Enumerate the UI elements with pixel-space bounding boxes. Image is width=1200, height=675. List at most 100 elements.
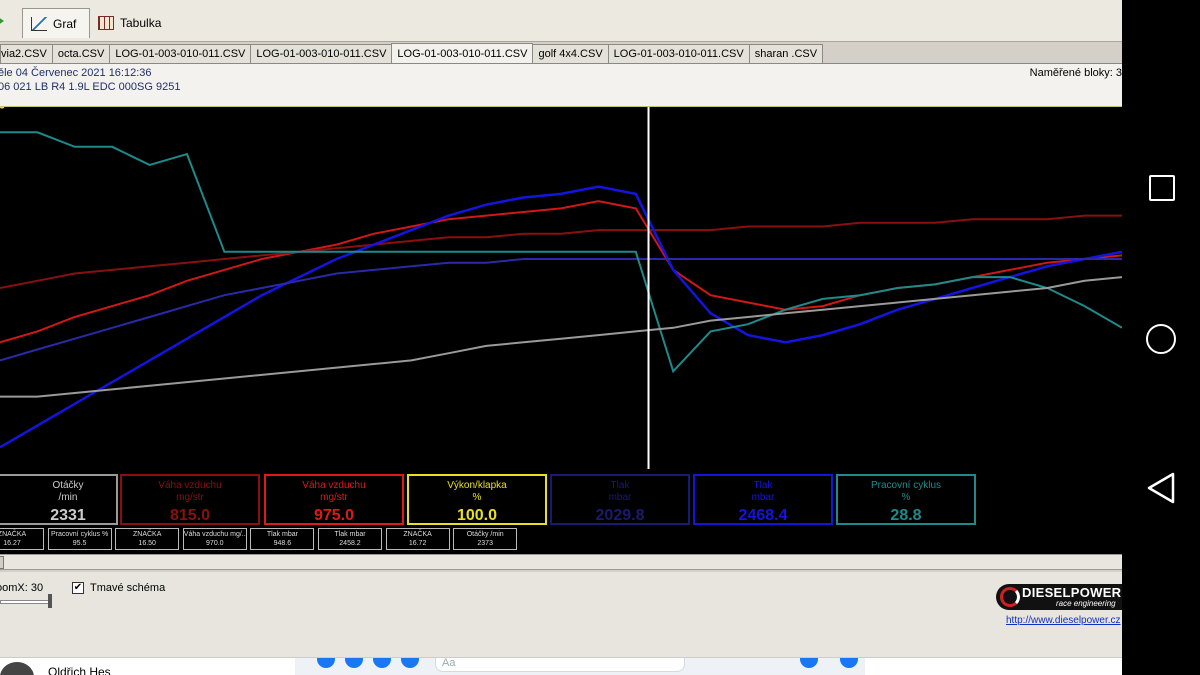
- marker-box[interactable]: ZNAČKA 16.50: [115, 528, 180, 550]
- marker-box[interactable]: ZNAČKA 16.72: [385, 528, 450, 550]
- image-icon[interactable]: [345, 658, 363, 668]
- tab-file[interactable]: LOG-01-003-010-011.CSV: [607, 44, 750, 63]
- tabulka-label: Tabulka: [120, 16, 162, 30]
- gauge-unit: mbar: [608, 492, 632, 503]
- toolbar: Graf Tabulka: [0, 0, 1122, 42]
- app-window: Graf Tabulka via2.CSV octa.CSV LOG-01-00…: [0, 0, 1122, 675]
- plus-icon[interactable]: [317, 658, 335, 668]
- graf-button[interactable]: Graf: [22, 8, 90, 38]
- gauge-panel: Otáčky/min 2331 Váha vzduchu mg/str 815.0 Váh…: [0, 470, 1122, 554]
- marker-value: 16.72: [408, 540, 427, 547]
- gauge-value: 100.0: [456, 507, 498, 524]
- gauge-box[interactable]: Otáčky/min 2331: [0, 474, 118, 525]
- engine-code: 06 021 LB R4 1.9L EDC 000SG 9251: [0, 81, 181, 93]
- dark-scheme-label: Tmavé schéma: [90, 582, 166, 594]
- marker-label: Tlak mbar: [334, 531, 366, 538]
- gauge-unit: %: [901, 492, 911, 503]
- marker-box[interactable]: ZNAČKA 16.27: [0, 528, 44, 550]
- gauge-unit: mg/str: [320, 492, 348, 503]
- gauge-box[interactable]: Váha vzduchu mg/str 815.0: [120, 474, 260, 525]
- marker-label: Váha vzduchu mg/...: [183, 531, 247, 538]
- gauge-box[interactable]: Výkon/klapka% 100.0: [407, 474, 547, 525]
- arrow-icon[interactable]: [0, 14, 4, 28]
- gauge-title: Výkon/klapka: [447, 480, 507, 491]
- horizontal-scrollbar[interactable]: [0, 554, 1122, 570]
- gauge-unit: %: [472, 492, 482, 503]
- marker-label: Pracovní cyklus %: [51, 531, 109, 538]
- home-icon[interactable]: [1146, 324, 1176, 354]
- message-bar: Aa: [295, 658, 865, 675]
- marker-value: 948.6: [273, 540, 292, 547]
- gauge-title: Tlak: [610, 480, 630, 491]
- tab-file[interactable]: via2.CSV: [0, 44, 53, 63]
- tab-file[interactable]: sharan .CSV: [748, 44, 824, 63]
- tab-file-active[interactable]: LOG-01-003-010-011.CSV: [391, 43, 534, 63]
- recent-apps-icon[interactable]: [1149, 175, 1175, 201]
- marker-box[interactable]: Váha vzduchu mg/... 970.0: [182, 528, 247, 550]
- marker-box[interactable]: Otáčky /min 2373: [453, 528, 518, 550]
- marker-value: 16.27: [3, 540, 21, 547]
- marker-value: 970.0: [206, 540, 224, 547]
- gauge-value: 28.8: [890, 507, 922, 524]
- marker-label: ZNAČKA: [0, 531, 27, 538]
- chart-svg[interactable]: [0, 107, 1122, 469]
- series-line-5: [0, 276, 1122, 398]
- log-date: ěle 04 Červenec 2021 16:12:36: [0, 67, 152, 79]
- message-input[interactable]: Aa: [435, 658, 685, 672]
- series-line-0: [0, 200, 1122, 344]
- measured-blocks: Naměřené bloky: 3: [1029, 67, 1122, 79]
- tab-file[interactable]: LOG-01-003-010-011.CSV: [250, 44, 393, 63]
- tab-file[interactable]: LOG-01-003-010-011.CSV: [109, 44, 252, 63]
- marker-box[interactable]: Tlak mbar 948.6: [250, 528, 315, 550]
- gauge-title: Váha vzduchu: [158, 480, 222, 491]
- like-icon[interactable]: [840, 658, 858, 668]
- sticker-icon[interactable]: [373, 658, 391, 668]
- marker-label: Otáčky /min: [466, 531, 504, 538]
- website-link[interactable]: http://www.dieselpower.cz: [1006, 615, 1121, 626]
- marker-value: 2458.2: [339, 540, 361, 547]
- tabulka-button[interactable]: Tabulka: [90, 8, 170, 38]
- marker-box[interactable]: Tlak mbar 2458.2: [318, 528, 382, 550]
- marker-label: Tlak mbar: [266, 531, 298, 538]
- series-line-2: [0, 185, 1122, 449]
- back-icon[interactable]: [1147, 472, 1177, 504]
- zoom-label: oomX: 30: [0, 582, 44, 594]
- messenger-strip: Oldřich Hes Aa: [0, 657, 1122, 675]
- logo-swirl-icon: [1000, 587, 1020, 607]
- gauge-value: 2468.4: [738, 507, 788, 524]
- gauge-value: 2331: [50, 507, 86, 524]
- gauge-value: 2029.8: [595, 507, 645, 524]
- zoom-slider[interactable]: [0, 600, 52, 604]
- gauge-box[interactable]: Tlak mbar 2029.8: [550, 474, 690, 525]
- marker-box[interactable]: Pracovní cyklus % 95.5: [47, 528, 112, 550]
- marker-label: ZNAČKA: [132, 531, 162, 538]
- gauge-box[interactable]: Pracovní cyklus% 28.8: [836, 474, 976, 525]
- zoom-slider-knob[interactable]: [48, 594, 52, 608]
- gauge-unit: /min: [58, 492, 78, 503]
- gauge-unit: mg/str: [176, 492, 204, 503]
- log-chart[interactable]: [0, 106, 1122, 470]
- tab-file[interactable]: golf 4x4.CSV: [532, 44, 609, 63]
- file-tabs: via2.CSV octa.CSV LOG-01-003-010-011.CSV…: [0, 43, 1122, 64]
- avatar[interactable]: [0, 662, 34, 675]
- dark-scheme-checkbox[interactable]: ✔: [72, 582, 84, 594]
- series-line-6: [0, 107, 5, 109]
- gauge-unit: mbar: [751, 492, 775, 503]
- series-line-3: [0, 258, 1122, 362]
- table-icon: [98, 16, 114, 30]
- gauge-title: Váha vzduchu: [302, 480, 366, 491]
- marker-value: 2373: [477, 540, 493, 547]
- gauge-title: Pracovní cyklus: [870, 480, 942, 491]
- scroll-thumb[interactable]: [0, 556, 4, 569]
- graf-label: Graf: [53, 16, 77, 31]
- gif-icon[interactable]: [401, 658, 419, 668]
- emoji-icon[interactable]: [800, 658, 818, 668]
- user-name: Oldřich Hes: [48, 665, 111, 675]
- gauge-title: Tlak: [753, 480, 773, 491]
- gauge-box[interactable]: Váha vzduchu mg/str 975.0: [264, 474, 404, 525]
- tab-file[interactable]: octa.CSV: [51, 44, 111, 63]
- gauge-title: Otáčky: [52, 480, 84, 491]
- gauge-box[interactable]: Tlak mbar 2468.4: [693, 474, 833, 525]
- marker-value: 16.50: [138, 540, 156, 547]
- logo-subtitle: race engineering: [1056, 599, 1116, 608]
